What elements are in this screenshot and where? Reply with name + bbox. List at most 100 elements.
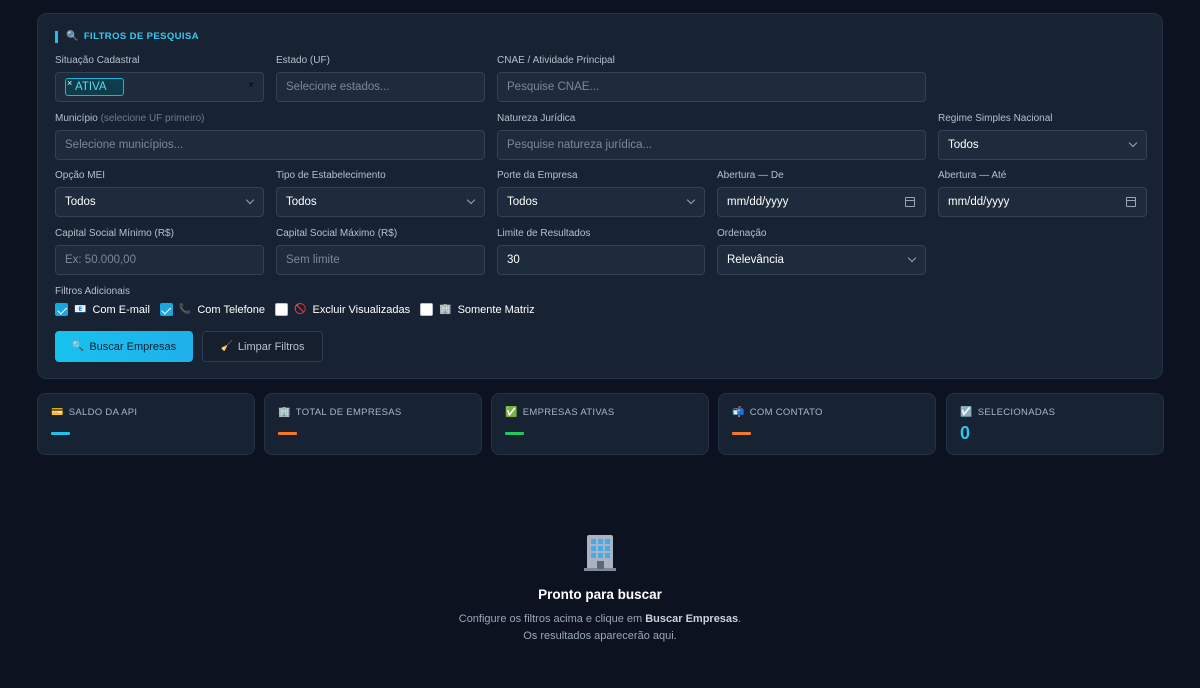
situacao-field: Situação Cadastral × ATIVA × [55, 54, 264, 102]
empty-state-heading: Pronto para buscar [538, 587, 662, 602]
capital-min-label: Capital Social Mínimo (R$) [55, 228, 174, 239]
abertura-ate-input[interactable]: mm/dd/yyyy [938, 187, 1147, 217]
desc-prefix: Configure os filtros acima e clique em [458, 613, 646, 625]
capital-min-field: Capital Social Mínimo (R$) Ex: 50.000,00 [55, 227, 264, 275]
stat-title: 🏢 TOTAL DE EMPRESAS [278, 407, 402, 418]
search-button-label: Buscar Empresas [89, 340, 177, 353]
credit-card-icon: 💳 [51, 406, 64, 418]
capital-min-input[interactable]: Ex: 50.000,00 [55, 245, 264, 275]
stat-selecionadas: ☑️ SELECIONADAS 0 [946, 393, 1164, 455]
natureza-input[interactable]: Pesquise natureza jurídica... [497, 130, 926, 160]
tipo-field: Tipo de Estabelecimento Todos [276, 169, 485, 217]
check-com-telefone[interactable]: 📞 Com Telefone [159, 303, 266, 316]
simples-select[interactable]: Todos [938, 130, 1147, 160]
filters-title-text: FILTROS DE PESQUISA [83, 31, 199, 42]
check-label: Com Telefone [197, 303, 266, 316]
ordenacao-value: Relevância [727, 254, 784, 266]
stat-saldo-api: 💳 SALDO DA API [37, 393, 255, 455]
municipio-label: Município (selecione UF primeiro) [55, 112, 485, 126]
ordenacao-select[interactable]: Relevância [717, 245, 926, 275]
tipo-select[interactable]: Todos [276, 187, 485, 217]
cnae-label: CNAE / Atividade Principal [497, 55, 615, 66]
empty-state: Pronto para buscar Configure os filtros … [0, 530, 1200, 645]
stat-title: 💳 SALDO DA API [51, 407, 137, 418]
stat-title: ☑️ SELECIONADAS [960, 407, 1055, 418]
tag-ativa[interactable]: × ATIVA [65, 78, 124, 96]
chevron-down-icon [245, 195, 255, 205]
limite-input[interactable]: 30 [497, 245, 705, 275]
estado-label: Estado (UF) [276, 55, 330, 66]
checkbox[interactable] [420, 303, 434, 316]
abertura-de-label: Abertura — De [717, 170, 784, 181]
checkbox[interactable] [159, 303, 173, 316]
chevron-down-icon [686, 195, 696, 205]
additional-filters: 📧 Com E-mail 📞 Com Telefone 🚫 Excluir Vi… [55, 303, 545, 316]
municipio-select[interactable]: Selecione municípios... [55, 130, 485, 160]
estado-select[interactable]: Selecione estados... [276, 72, 485, 102]
municipio-label-text: Município [55, 113, 98, 124]
filters-section-title: 🔍 FILTROS DE PESQUISA [55, 31, 199, 43]
stat-title-text: SALDO DA API [68, 407, 138, 418]
stat-title: ✅ EMPRESAS ATIVAS [505, 407, 615, 418]
chevron-down-icon [907, 253, 917, 263]
stat-title: 📬 COM CONTATO [732, 407, 823, 418]
situacao-multiselect[interactable]: × ATIVA × [55, 72, 264, 102]
mei-label: Opção MEI [55, 170, 106, 181]
ordenacao-field: Ordenação Relevância [717, 227, 926, 275]
chevron-down-icon [1128, 138, 1138, 148]
checkbox[interactable] [275, 303, 289, 316]
cnae-input[interactable]: Pesquise CNAE... [497, 72, 926, 102]
check-mark-icon: ✅ [505, 406, 518, 418]
search-button[interactable]: 🔍 Buscar Empresas [55, 331, 193, 362]
porte-select[interactable]: Todos [497, 187, 705, 217]
phone-icon: 📞 [178, 303, 192, 315]
simples-field: Regime Simples Nacional Todos [938, 112, 1147, 160]
simples-value: Todos [948, 139, 979, 151]
stat-title-text: TOTAL DE EMPRESAS [295, 407, 402, 418]
check-label: Somente Matriz [457, 303, 535, 316]
natureza-label: Natureza Jurídica [497, 113, 576, 124]
capital-max-field: Capital Social Máximo (R$) Sem limite [276, 227, 485, 275]
mei-value: Todos [65, 196, 96, 208]
municipio-hint: (selecione UF primeiro) [100, 113, 205, 124]
situacao-label: Situação Cadastral [55, 55, 140, 66]
stat-value: 0 [960, 423, 971, 443]
filters-panel: 🔍 FILTROS DE PESQUISA Situação Cadastral… [37, 13, 1163, 379]
check-excluir-visualizadas[interactable]: 🚫 Excluir Visualizadas [275, 303, 410, 316]
capital-max-input[interactable]: Sem limite [276, 245, 485, 275]
blocked-icon: 🚫 [294, 303, 307, 315]
desc-line2: Os resultados aparecerão aqui. [523, 630, 677, 642]
abertura-de-field: Abertura — De mm/dd/yyyy [717, 169, 926, 217]
broom-icon: 🧹 [220, 340, 233, 352]
loading-bar [505, 432, 524, 435]
search-icon: 🔍 [66, 31, 79, 42]
loading-bar [278, 432, 297, 435]
natureza-field: Natureza Jurídica Pesquise natureza jurí… [497, 112, 926, 160]
building-icon: 🏢 [278, 406, 291, 418]
porte-label: Porte da Empresa [497, 170, 578, 181]
capital-max-label: Capital Social Máximo (R$) [276, 228, 398, 239]
calendar-icon[interactable] [1126, 197, 1136, 207]
mailbox-icon: 📬 [732, 406, 745, 418]
mei-select[interactable]: Todos [55, 187, 264, 217]
abertura-ate-label: Abertura — Até [938, 170, 1007, 181]
clear-button-label: Limpar Filtros [237, 340, 305, 353]
clear-filters-button[interactable]: 🧹 Limpar Filtros [202, 331, 323, 362]
empty-state-description: Configure os filtros acima e clique em B… [0, 611, 1200, 645]
calendar-icon[interactable] [905, 197, 915, 207]
limite-label: Limite de Resultados [497, 228, 591, 239]
email-icon: 📧 [74, 303, 87, 315]
abertura-de-input[interactable]: mm/dd/yyyy [717, 187, 926, 217]
check-label: Com E-mail [92, 303, 150, 316]
clear-selection-icon[interactable]: × [248, 80, 254, 91]
remove-tag-icon[interactable]: × [67, 78, 72, 88]
desc-suffix: . [738, 613, 742, 625]
check-somente-matriz[interactable]: 🏢 Somente Matriz [420, 303, 535, 316]
check-com-email[interactable]: 📧 Com E-mail [55, 303, 150, 316]
check-label: Excluir Visualizadas [312, 303, 411, 316]
chevron-down-icon [466, 195, 476, 205]
tag-label: ATIVA [75, 81, 107, 93]
stat-total-empresas: 🏢 TOTAL DE EMPRESAS [264, 393, 482, 455]
estado-field: Estado (UF) Selecione estados... [276, 54, 485, 102]
checkbox[interactable] [55, 303, 68, 316]
